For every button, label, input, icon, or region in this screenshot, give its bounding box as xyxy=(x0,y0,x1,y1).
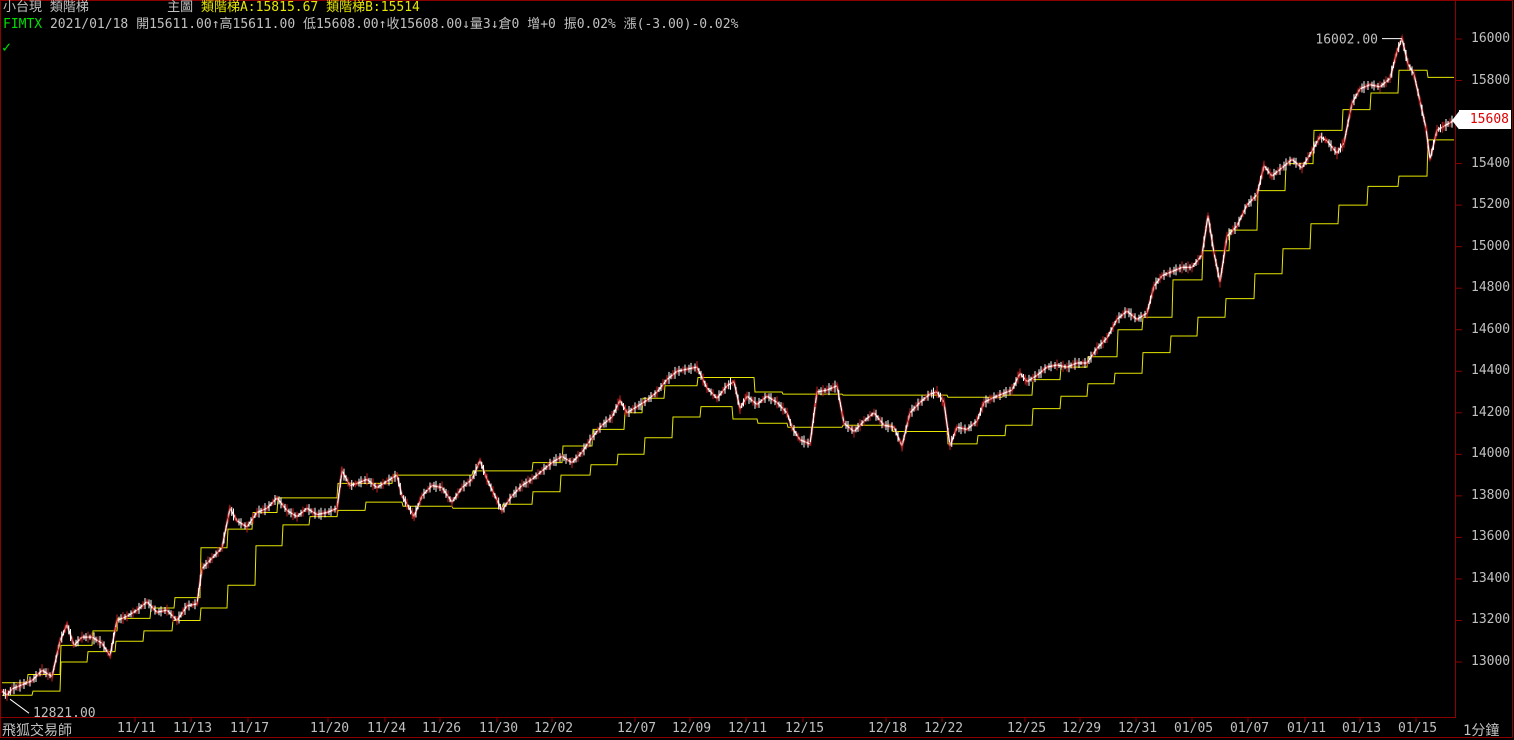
y-tick-label: 13600 xyxy=(1471,529,1511,545)
x-tick-label: 11/13 xyxy=(173,721,213,736)
x-tick-label: 01/15 xyxy=(1398,721,1438,736)
x-tick-label: 11/30 xyxy=(479,721,519,736)
x-tick-label: 12/11 xyxy=(728,721,768,736)
x-tick-label: 12/15 xyxy=(785,721,825,736)
x-tick-label: 12/07 xyxy=(617,721,657,736)
open-value: 開15611.00 xyxy=(136,17,212,32)
y-tick-label: 14400 xyxy=(1471,363,1511,379)
y-tick-label: 13000 xyxy=(1471,654,1511,669)
x-tick-label: 11/26 xyxy=(422,721,462,736)
header-row-2: FIMTX 2021/01/18 開15611.00↑高15611.00 低15… xyxy=(3,17,738,32)
y-tick-label: 13800 xyxy=(1471,487,1511,503)
arrow-up-icon: ↑ xyxy=(211,17,220,32)
close-value: 收15608.00 xyxy=(386,17,463,32)
indicator-name: 類階梯 xyxy=(49,0,89,15)
y-tick-label: 14000 xyxy=(1471,446,1511,462)
arrow-down-icon: ↓ xyxy=(462,17,470,32)
y-tick-label: 14200 xyxy=(1471,404,1511,420)
x-tick-label: 12/22 xyxy=(924,721,964,736)
open-interest-value: 倉0 xyxy=(498,17,520,32)
x-tick-label: 01/13 xyxy=(1342,721,1382,736)
y-tick-label: 16000 xyxy=(1471,31,1511,46)
x-tick-label: 11/20 xyxy=(310,721,350,736)
bar-date: 2021/01/18 xyxy=(49,17,129,32)
oi-change-value: 增+0 xyxy=(527,17,556,32)
y-tick-label: 15200 xyxy=(1471,197,1511,213)
x-tick-label: 12/29 xyxy=(1062,721,1102,736)
plot-area-border xyxy=(1,1,1456,718)
low-value: 低15608.00 xyxy=(302,17,379,32)
x-tick-label: 01/07 xyxy=(1230,721,1270,736)
y-tick-label: 14800 xyxy=(1471,280,1511,296)
x-tick-label: 12/25 xyxy=(1007,721,1047,736)
x-tick-label: 01/11 xyxy=(1287,721,1327,736)
x-tick-label: 12/02 xyxy=(534,721,574,736)
symbol-name: 小台現 xyxy=(3,0,43,15)
x-tick-label: 12/09 xyxy=(672,721,712,736)
arrow-down-icon: ↓ xyxy=(490,17,499,32)
change-value: 漲(-3.00)-0.02% xyxy=(623,17,739,32)
x-tick-label: 11/11 xyxy=(117,721,157,736)
y-tick-label: 15800 xyxy=(1471,72,1511,88)
x-tick-label: 11/17 xyxy=(230,721,270,736)
ticker-symbol: FIMTX xyxy=(3,17,43,32)
y-tick-label: 13200 xyxy=(1471,612,1511,628)
y-tick-label: 14600 xyxy=(1471,321,1511,337)
timeframe-selector[interactable]: 1分鐘 xyxy=(1463,720,1499,740)
last-price-marker: 15608 xyxy=(1459,110,1511,130)
x-tick-label: 01/05 xyxy=(1174,721,1214,736)
x-tick-label: 12/31 xyxy=(1118,721,1158,736)
x-tick-label: 12/18 xyxy=(868,721,908,736)
ladder-a-value: 類階梯A:15815.67 xyxy=(200,0,319,15)
app-name: 飛狐交易師 xyxy=(2,723,72,739)
y-tick-label: 13400 xyxy=(1471,570,1511,586)
header-row-1: 小台現 類階梯 主圖 類階梯A:15815.67 類階梯B:15514 xyxy=(3,0,420,15)
ladder-b-value: 類階梯B:15514 xyxy=(326,0,420,15)
main-chart-label: 主圖 xyxy=(167,0,194,15)
volume-value: 量3 xyxy=(469,17,491,32)
check-icon: ✓ xyxy=(2,38,12,56)
y-tick-label: 15000 xyxy=(1471,238,1511,254)
y-tick-label: 15400 xyxy=(1471,155,1511,171)
amplitude-value: 振0.02% xyxy=(563,17,616,32)
x-tick-label: 11/24 xyxy=(367,721,407,736)
high-value: 高15611.00 xyxy=(219,17,296,32)
